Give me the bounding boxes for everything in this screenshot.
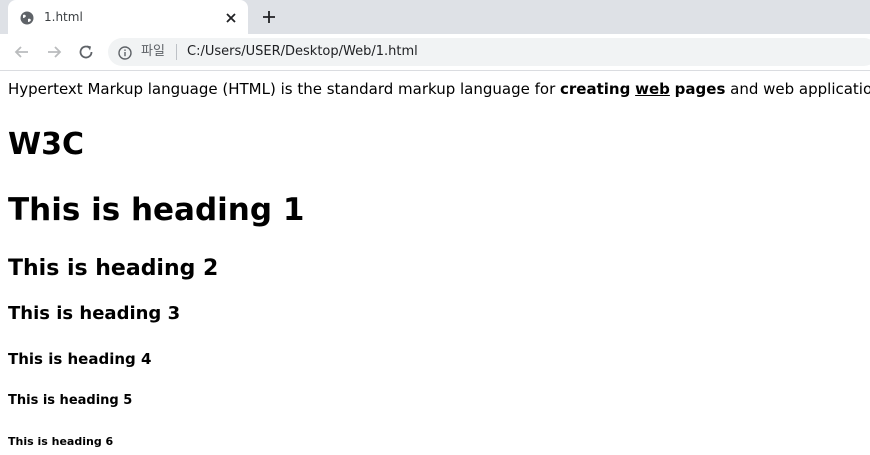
- heading-6: This is heading 6: [8, 435, 114, 448]
- url-separator: [176, 44, 177, 60]
- heading-4: This is heading 4: [8, 350, 152, 368]
- tab-strip: 1.html: [0, 0, 870, 34]
- intro-bold-creating: creating: [560, 80, 631, 98]
- back-arrow-icon[interactable]: [12, 42, 32, 62]
- reload-icon[interactable]: [76, 42, 96, 62]
- heading-1: This is heading 1: [8, 192, 305, 228]
- info-icon[interactable]: [118, 45, 132, 60]
- heading-3: This is heading 3: [8, 303, 181, 324]
- scheme-label: 파일: [141, 44, 165, 59]
- intro-paragraph: Hypertext Markup language (HTML) is the …: [8, 79, 870, 99]
- intro-bold-web: web: [635, 80, 670, 98]
- address-bar[interactable]: 파일 C:/Users/USER/Desktop/Web/1.html: [108, 38, 870, 66]
- tab-1-html[interactable]: 1.html: [8, 0, 248, 34]
- heading-w3c: W3C: [8, 127, 84, 162]
- tab-title: 1.html: [44, 10, 83, 24]
- forward-arrow-icon[interactable]: [44, 42, 64, 62]
- browser-toolbar: 파일 C:/Users/USER/Desktop/Web/1.html: [0, 34, 870, 71]
- intro-text-1: Hypertext Markup language (HTML) is the …: [8, 80, 561, 98]
- heading-2: This is heading 2: [8, 256, 219, 281]
- new-tab-button[interactable]: [260, 8, 278, 26]
- browser-window: 1.html 파일 C:/Users/USER/Desktop/Web/1.ht…: [0, 0, 870, 455]
- url-text[interactable]: C:/Users/USER/Desktop/Web/1.html: [187, 44, 418, 60]
- intro-text-2: and web applications.: [730, 80, 870, 98]
- heading-5: This is heading 5: [8, 393, 133, 408]
- close-icon[interactable]: [224, 10, 238, 24]
- intro-underline-web: web: [635, 80, 670, 98]
- globe-icon: [20, 10, 34, 25]
- intro-bold-pages: pages: [674, 80, 726, 98]
